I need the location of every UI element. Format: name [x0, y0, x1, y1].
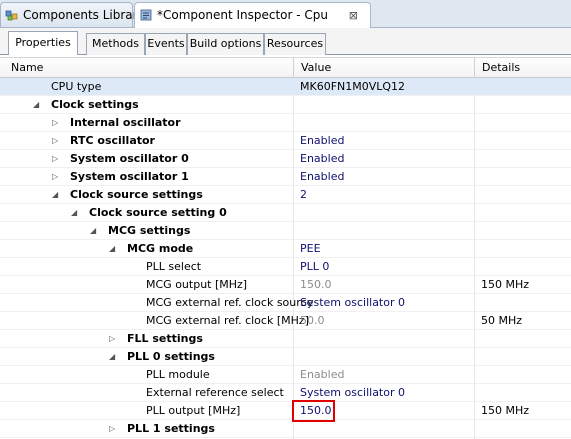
- property-name: System oscillator 0: [70, 152, 189, 165]
- property-details: 150 MHz: [481, 278, 530, 291]
- collapse-arrow-icon[interactable]: ◢: [109, 244, 115, 254]
- property-name: Clock settings: [51, 98, 139, 111]
- collapse-arrow-icon[interactable]: ◢: [52, 190, 58, 200]
- tab-component-inspector[interactable]: *Component Inspector - Cpu ⊠: [134, 2, 371, 28]
- property-name: Internal oscillator: [70, 116, 181, 129]
- expand-arrow-icon[interactable]: ▷: [52, 154, 58, 164]
- property-name: FLL settings: [127, 332, 203, 345]
- property-name: RTC oscillator: [70, 134, 155, 147]
- property-row[interactable]: External reference select System oscillat…: [0, 384, 571, 402]
- property-row[interactable]: PLL output [MHz] 150.0 150 MHz: [0, 402, 571, 420]
- property-value[interactable]: Enabled: [300, 152, 344, 166]
- property-name: PLL 1 settings: [127, 422, 215, 435]
- expand-arrow-icon[interactable]: ▷: [52, 136, 58, 146]
- property-value[interactable]: Enabled: [300, 134, 344, 148]
- tab-component-inspector-label: *Component Inspector - Cpu: [157, 8, 329, 22]
- grid-header: Name Value Details: [0, 57, 571, 78]
- property-name: MCG external ref. clock [MHz]: [146, 314, 309, 327]
- property-value[interactable]: 2: [300, 188, 307, 202]
- expand-arrow-icon[interactable]: ▷: [52, 172, 58, 182]
- property-value[interactable]: System oscillator 0: [300, 386, 405, 400]
- tab-components-library[interactable]: Components Library: [0, 2, 145, 27]
- tab-methods[interactable]: Methods: [86, 33, 145, 55]
- property-details: 50 MHz: [481, 314, 523, 327]
- property-row[interactable]: MCG external ref. clock [MHz] 50.0 50 MHz: [0, 312, 571, 330]
- property-value[interactable]: 150.0: [300, 278, 332, 292]
- collapse-arrow-icon[interactable]: ◢: [71, 208, 77, 218]
- property-name: PLL 0 settings: [127, 350, 215, 363]
- property-name: MCG output [MHz]: [146, 278, 248, 291]
- tab-components-library-label: Components Library: [23, 8, 145, 22]
- property-value[interactable]: 50.0: [300, 314, 325, 328]
- property-row[interactable]: PLL select PLL 0: [0, 258, 571, 276]
- expand-arrow-icon[interactable]: ▷: [109, 334, 115, 344]
- tab-build-options[interactable]: Build options: [187, 33, 264, 55]
- property-row[interactable]: CPU type MK60FN1M0VLQ12: [0, 78, 571, 96]
- property-row[interactable]: ◢ PLL 0 settings: [0, 348, 571, 366]
- property-name: CPU type: [51, 80, 102, 93]
- property-row[interactable]: ▷ FLL settings: [0, 330, 571, 348]
- property-row[interactable]: MCG output [MHz] 150.0 150 MHz: [0, 276, 571, 294]
- property-value[interactable]: System oscillator 0: [300, 296, 405, 310]
- property-value[interactable]: Enabled: [300, 368, 344, 382]
- property-row[interactable]: ▷ RTC oscillator Enabled: [0, 132, 571, 150]
- column-separator[interactable]: [293, 58, 294, 78]
- expand-arrow-icon[interactable]: ▷: [109, 424, 115, 434]
- collapse-arrow-icon[interactable]: ◢: [90, 226, 96, 236]
- property-name: External reference select: [146, 386, 284, 399]
- property-name: PLL select: [146, 260, 202, 273]
- property-page-tabs: Properties Methods Events Build options …: [0, 28, 571, 55]
- property-row[interactable]: ◢ MCG mode PEE: [0, 240, 571, 258]
- property-name: Clock source setting 0: [89, 206, 227, 219]
- tab-events[interactable]: Events: [145, 33, 187, 55]
- property-grid: Name Value Details CPU type MK60FN1M0VLQ1…: [0, 57, 571, 439]
- property-row[interactable]: ◢ Clock settings: [0, 96, 571, 114]
- property-value[interactable]: PEE: [300, 242, 321, 256]
- property-name: MCG settings: [108, 224, 191, 237]
- property-row[interactable]: ▷ System oscillator 0 Enabled: [0, 150, 571, 168]
- collapse-arrow-icon[interactable]: ◢: [33, 100, 39, 110]
- property-name: PLL module: [146, 368, 210, 381]
- property-name: MCG external ref. clock source: [146, 296, 314, 309]
- expand-arrow-icon[interactable]: ▷: [52, 118, 58, 128]
- property-row[interactable]: ◢ Clock source setting 0: [0, 204, 571, 222]
- column-header-details[interactable]: Details: [482, 61, 520, 74]
- property-row[interactable]: PLL module Enabled: [0, 366, 571, 384]
- property-row[interactable]: ▷ System oscillator 1 Enabled: [0, 168, 571, 186]
- column-header-value[interactable]: Value: [301, 61, 331, 74]
- property-name: Clock source settings: [70, 188, 203, 201]
- component-inspector-icon: [140, 9, 152, 21]
- property-row[interactable]: ▷ PLL 1 settings: [0, 420, 571, 438]
- property-row[interactable]: MCG external ref. clock source System osc…: [0, 294, 571, 312]
- property-name: System oscillator 1: [70, 170, 189, 183]
- property-row[interactable]: ◢ MCG settings: [0, 222, 571, 240]
- property-details: 150 MHz: [481, 404, 530, 417]
- collapse-arrow-icon[interactable]: ◢: [109, 352, 115, 362]
- column-header-name[interactable]: Name: [11, 61, 43, 74]
- property-value[interactable]: PLL 0: [300, 260, 329, 274]
- property-value[interactable]: MK60FN1M0VLQ12: [300, 80, 405, 94]
- components-library-icon: [5, 10, 18, 21]
- row-gridline: [0, 437, 571, 438]
- editor-tab-bar: Components Library *Component Inspector …: [0, 0, 571, 28]
- highlight-annotation: [292, 400, 335, 422]
- tab-properties[interactable]: Properties: [8, 31, 78, 55]
- property-row[interactable]: ▷ Internal oscillator: [0, 114, 571, 132]
- property-name: PLL output [MHz]: [146, 404, 241, 417]
- property-value[interactable]: Enabled: [300, 170, 344, 184]
- property-name: MCG mode: [127, 242, 194, 255]
- close-tab-icon[interactable]: ⊠: [349, 3, 358, 28]
- column-separator[interactable]: [474, 58, 475, 78]
- tab-resources[interactable]: Resources: [264, 33, 326, 55]
- property-row[interactable]: ◢ Clock source settings 2: [0, 186, 571, 204]
